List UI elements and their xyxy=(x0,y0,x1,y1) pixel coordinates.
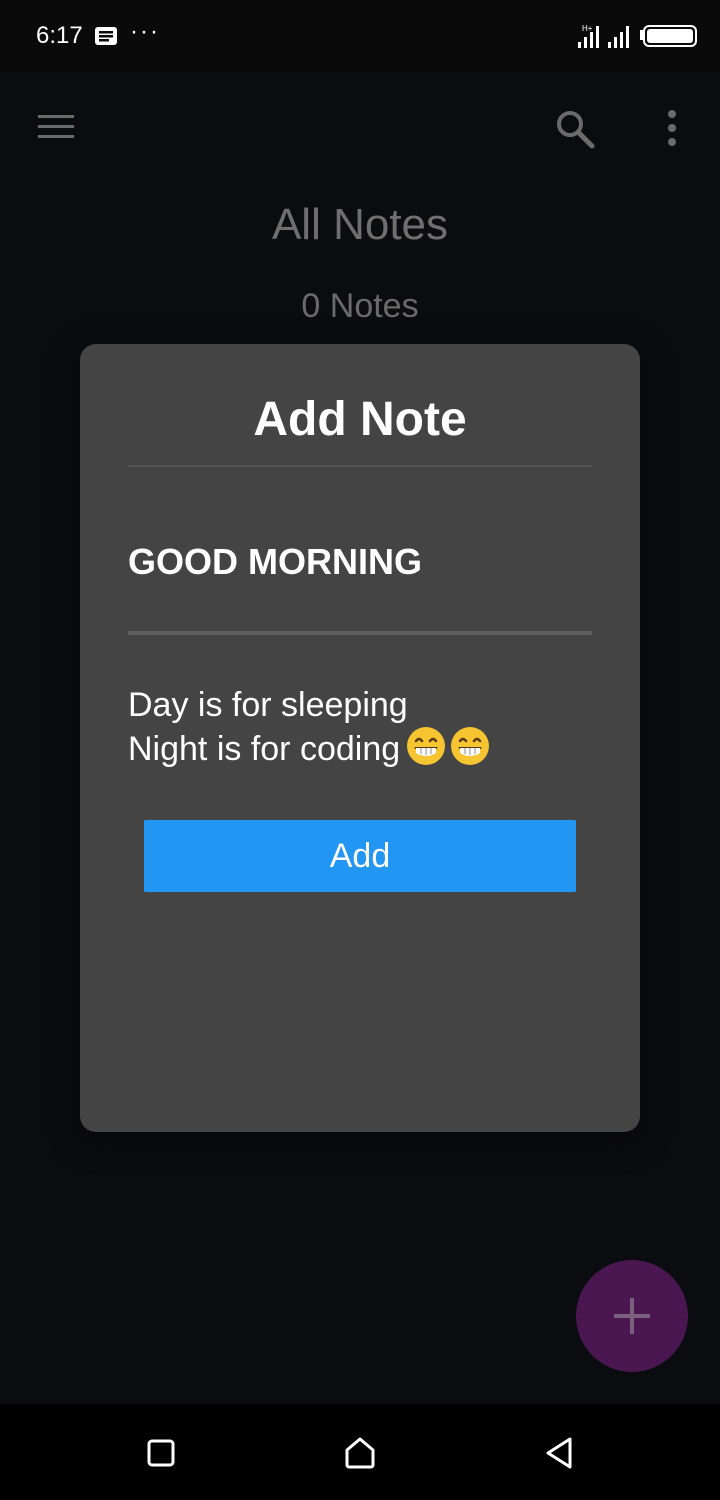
add-note-fab[interactable] xyxy=(576,1260,688,1372)
app-screen: 6:17 ··· H+ All Notes 0 Notes Add Note G… xyxy=(0,0,720,1500)
status-right-group: H+ xyxy=(578,22,698,50)
note-body-line-2-wrap: Night is for coding xyxy=(128,726,592,776)
recent-apps-icon[interactable] xyxy=(146,1438,176,1473)
note-title-input[interactable]: GOOD MORNING xyxy=(128,540,592,584)
plus-icon xyxy=(576,1260,688,1372)
note-body-input[interactable]: Day is for sleeping Night is for coding xyxy=(128,684,592,776)
status-time: 6:17 xyxy=(36,22,83,49)
add-button[interactable]: Add xyxy=(144,820,576,892)
page-title: All Notes xyxy=(271,200,449,249)
title-input-underline xyxy=(128,631,592,635)
dialog-divider xyxy=(128,465,592,467)
add-note-dialog: Add Note GOOD MORNING Day is for sleepin… xyxy=(80,344,640,1132)
note-body-line-2: Night is for coding xyxy=(128,730,401,768)
menu-icon[interactable] xyxy=(36,112,76,147)
notes-count: 0 Notes xyxy=(301,287,419,325)
search-icon[interactable] xyxy=(554,108,596,155)
note-body-line-1: Day is for sleeping xyxy=(128,686,408,724)
message-icon xyxy=(94,26,118,51)
back-icon[interactable] xyxy=(544,1436,574,1475)
more-notifications-icon: ··· xyxy=(130,18,160,45)
status-bar: 6:17 ··· H+ xyxy=(0,0,720,72)
app-bar xyxy=(0,72,720,182)
system-nav-bar xyxy=(0,1404,720,1500)
grinning-emoji-icon xyxy=(406,726,446,776)
overflow-menu-icon[interactable] xyxy=(664,110,680,151)
svg-text:H+: H+ xyxy=(582,24,593,33)
home-icon[interactable] xyxy=(344,1436,376,1475)
dialog-title: Add Note xyxy=(253,393,467,446)
signal-icon: H+ xyxy=(578,24,697,48)
grinning-emoji-icon xyxy=(450,726,490,776)
